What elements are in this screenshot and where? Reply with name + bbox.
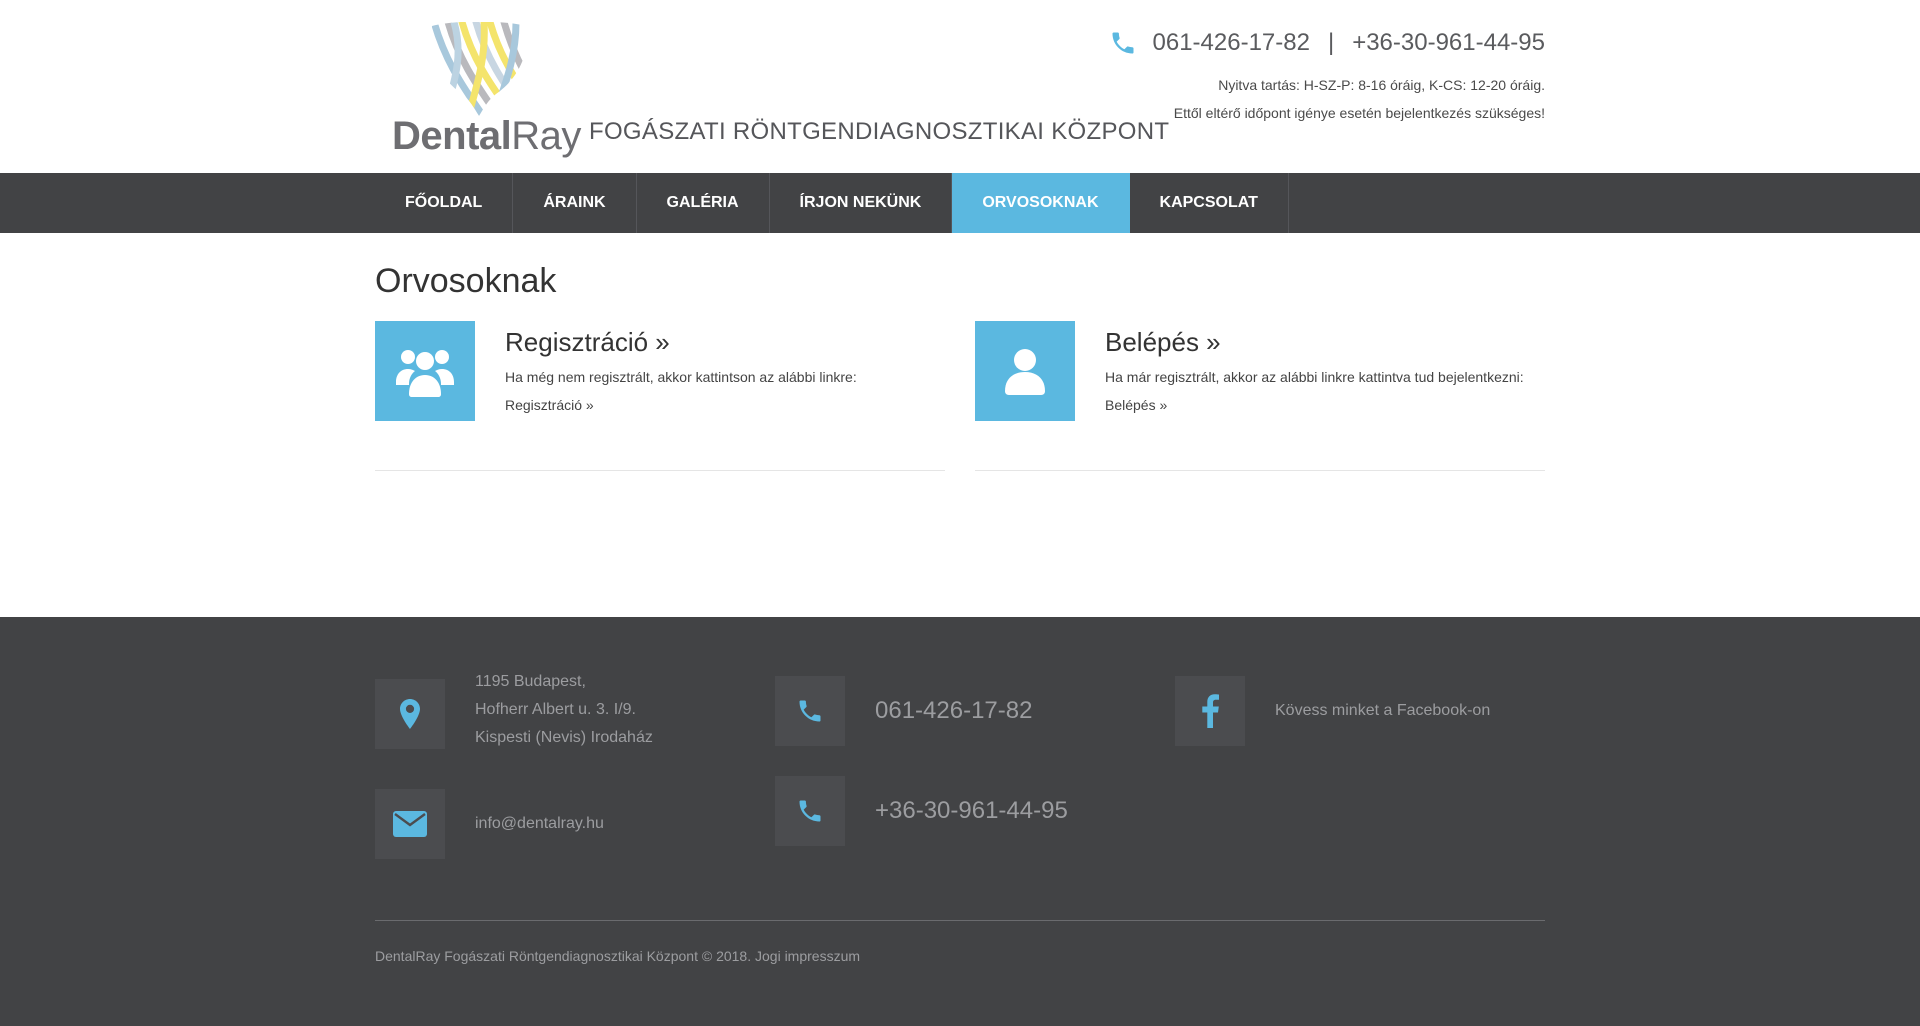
footer-phone-2: +36-30-961-44-95 xyxy=(775,776,1068,846)
page-title: Orvosoknak xyxy=(375,262,557,300)
header-phone-2[interactable]: +36-30-961-44-95 xyxy=(1352,29,1545,57)
footer-email-box xyxy=(375,789,445,859)
register-link[interactable]: Regisztráció » xyxy=(505,397,594,413)
site-tagline: FOGÁSZATI RÖNTGENDIAGNOSZTIKAI KÖZPONT xyxy=(589,118,1170,145)
footer-address: 1195 Budapest, Hofherr Albert u. 3. I/9.… xyxy=(375,673,653,752)
copyright-text: DentalRay Fogászati Röntgendiagnosztikai… xyxy=(375,948,752,964)
map-pin-icon xyxy=(400,699,420,729)
register-tile[interactable] xyxy=(375,321,475,421)
register-card: Regisztráció » Ha még nem regisztrált, a… xyxy=(375,321,945,471)
header-phone-1[interactable]: 061-426-17-82 xyxy=(1153,29,1310,57)
footer-copyright: DentalRay Fogászati Röntgendiagnosztikai… xyxy=(375,948,860,964)
footer-address-text: 1195 Budapest, Hofherr Albert u. 3. I/9.… xyxy=(475,668,653,752)
phone-icon xyxy=(1112,32,1133,54)
phone-icon xyxy=(799,700,821,722)
facebook-icon xyxy=(1202,694,1219,728)
site-logo[interactable]: DentalRay xyxy=(390,22,581,158)
login-card: Belépés » Ha már regisztrált, akkor az a… xyxy=(975,321,1545,471)
main-nav: FŐOLDAL ÁRAINK GALÉRIA ÍRJON NEKÜNK ORVO… xyxy=(0,173,1920,233)
footer-phone-2-text[interactable]: +36-30-961-44-95 xyxy=(875,797,1068,825)
address-line-2: Hofherr Albert u. 3. I/9. xyxy=(475,701,636,718)
header-phones: 061-426-17-82 | +36-30-961-44-95 xyxy=(1109,28,1545,58)
nav-menu: FŐOLDAL ÁRAINK GALÉRIA ÍRJON NEKÜNK ORVO… xyxy=(375,173,1289,233)
register-description: Ha még nem regisztrált, akkor kattintson… xyxy=(505,369,857,385)
user-icon xyxy=(1005,349,1045,395)
nav-item-fooldal[interactable]: FŐOLDAL xyxy=(375,173,514,233)
opening-hours-text: Nyitva tartás: H-SZ-P: 8-16 óráig, K-CS:… xyxy=(1218,77,1545,93)
nav-item-orvosoknak[interactable]: ORVOSOKNAK xyxy=(952,173,1130,233)
nav-item-araink[interactable]: ÁRAINK xyxy=(513,173,637,233)
logo-text-secondary: Ray xyxy=(511,114,581,158)
footer-phone-1-box xyxy=(775,676,845,746)
footer-address-box xyxy=(375,679,445,749)
phone-separator: | xyxy=(1327,29,1335,56)
address-line-3: Kispesti (Nevis) Irodaház xyxy=(475,729,653,746)
envelope-icon xyxy=(393,811,427,837)
site-footer: 1195 Budapest, Hofherr Albert u. 3. I/9.… xyxy=(0,617,1920,1026)
footer-phone-2-box xyxy=(775,776,845,846)
logo-mark-icon xyxy=(431,22,527,116)
appointment-note: Ettől eltérő időpont igénye esetén bejel… xyxy=(1173,105,1545,121)
footer-phone-1-text[interactable]: 061-426-17-82 xyxy=(875,697,1032,725)
login-title[interactable]: Belépés » xyxy=(1105,327,1221,358)
phone-icon xyxy=(799,800,821,822)
footer-facebook: Kövess minket a Facebook-on xyxy=(1175,676,1490,746)
nav-item-kapcsolat[interactable]: KAPCSOLAT xyxy=(1130,173,1289,233)
footer-email-text[interactable]: info@dentalray.hu xyxy=(475,810,604,838)
nav-item-galeria[interactable]: GALÉRIA xyxy=(637,173,770,233)
users-icon xyxy=(396,350,454,397)
login-tile[interactable] xyxy=(975,321,1075,421)
login-link[interactable]: Belépés » xyxy=(1105,397,1167,413)
legal-link[interactable]: Jogi impresszum xyxy=(755,948,860,964)
nav-item-irjon-nekunk[interactable]: ÍRJON NEKÜNK xyxy=(770,173,953,233)
footer-facebook-box[interactable] xyxy=(1175,676,1245,746)
footer-divider xyxy=(375,920,1545,921)
site-header: DentalRay FOGÁSZATI RÖNTGENDIAGNOSZTIKAI… xyxy=(0,0,1920,173)
opening-hours: Nyitva tartás: H-SZ-P: 8-16 óráig, K-CS:… xyxy=(1174,71,1545,127)
login-description: Ha már regisztrált, akkor az alábbi link… xyxy=(1105,369,1524,385)
footer-phone-1: 061-426-17-82 xyxy=(775,676,1032,746)
footer-facebook-text[interactable]: Kövess minket a Facebook-on xyxy=(1275,697,1490,725)
register-title[interactable]: Regisztráció » xyxy=(505,327,670,358)
logo-text: DentalRay xyxy=(392,112,581,160)
footer-email: info@dentalray.hu xyxy=(375,789,604,859)
address-line-1: 1195 Budapest, xyxy=(475,673,586,690)
logo-text-primary: Dental xyxy=(392,114,512,158)
